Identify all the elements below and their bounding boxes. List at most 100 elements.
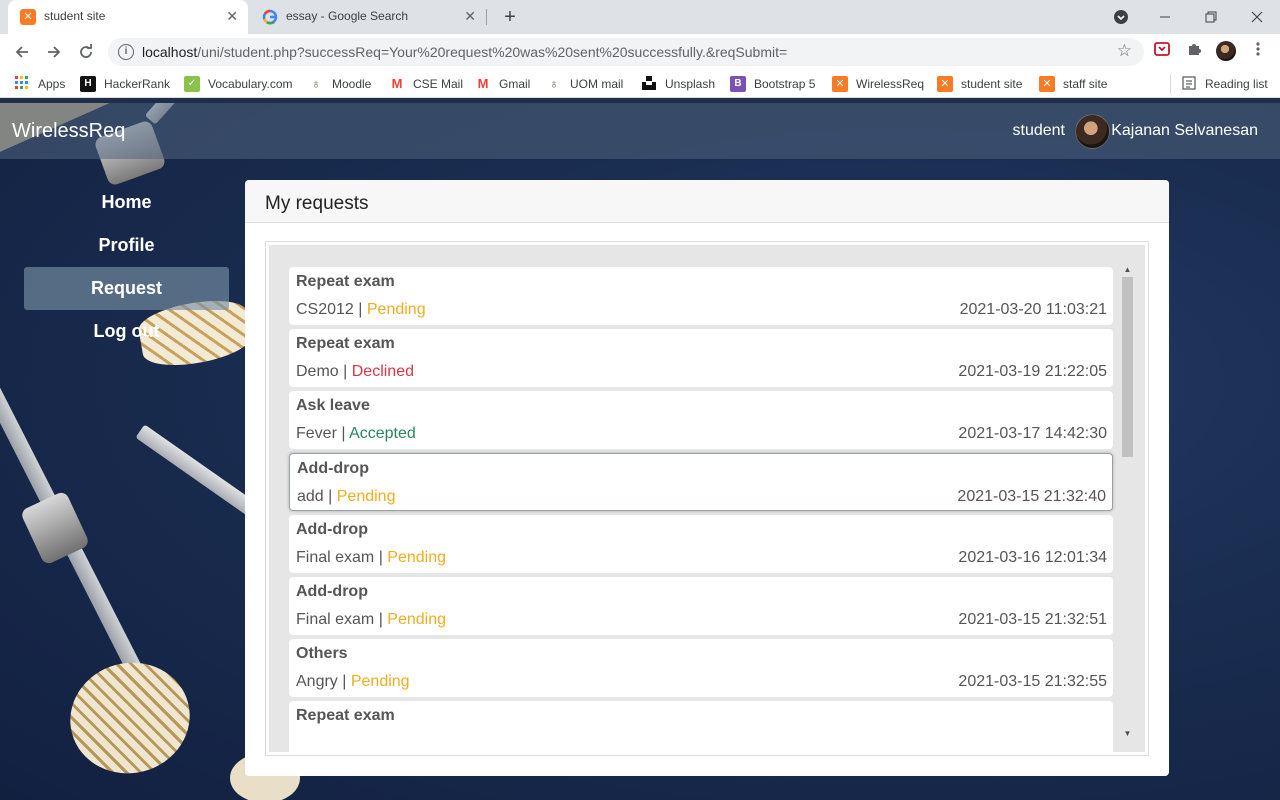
request-separator: |: [353, 301, 367, 318]
status-badge: Pending: [336, 488, 396, 505]
request-type: Ask leave: [296, 397, 370, 414]
user-name[interactable]: Kajanan Selvanesan: [1111, 122, 1258, 140]
bookmark-wirelessreq[interactable]: WirelessReq: [832, 76, 924, 92]
close-tab-icon[interactable]: ✕: [226, 8, 238, 25]
tab-essay-google-search[interactable]: essay - Google Search ✕: [250, 0, 486, 34]
forward-button[interactable]: [42, 40, 66, 64]
tab-student-site[interactable]: student site ✕: [8, 0, 248, 34]
request-item[interactable]: Ask leave Fever | Accepted 2021-03-17 14…: [289, 391, 1113, 449]
close-tab-icon[interactable]: ✕: [464, 8, 476, 25]
request-item[interactable]: Repeat exam: [289, 701, 1113, 752]
scroll-down-icon[interactable]: ▼: [1120, 727, 1135, 741]
tab-divider: [486, 9, 487, 25]
request-separator: |: [374, 611, 388, 628]
bookmark-unsplash[interactable]: Unsplash: [641, 76, 715, 92]
bookmark-moodle[interactable]: ♁ Moodle: [308, 76, 371, 92]
url-text: localhost/uni/student.php?successReq=You…: [142, 44, 787, 60]
address-bar[interactable]: i localhost/uni/student.php?successReq=Y…: [108, 38, 1144, 66]
app-navbar: WirelessReq student Kajanan Selvanesan: [0, 103, 1280, 159]
minimize-button[interactable]: [1153, 5, 1177, 29]
request-item[interactable]: Add-drop Final exam | Pending 2021-03-16…: [289, 515, 1113, 573]
reading-list-icon: [1181, 76, 1197, 92]
bookmark-label: UOM mail: [570, 77, 624, 91]
sidebar-item-request[interactable]: Request: [24, 267, 229, 310]
extensions-puzzle-icon[interactable]: [1184, 41, 1204, 61]
pocket-extension-icon[interactable]: [1152, 41, 1172, 61]
bookmark-label: HackerRank: [104, 77, 171, 91]
google-icon: [262, 9, 278, 25]
site-info-icon[interactable]: i: [118, 44, 134, 60]
request-summary: add | Pending: [297, 488, 395, 506]
brand-logo[interactable]: WirelessReq: [12, 120, 125, 143]
profile-avatar-icon[interactable]: [1216, 41, 1236, 61]
avatar[interactable]: [1075, 114, 1110, 149]
bookmark-label: Vocabulary.com: [208, 77, 293, 91]
request-separator: |: [323, 488, 337, 505]
unsplash-icon: [641, 76, 657, 92]
tab-search-button[interactable]: [1109, 5, 1133, 29]
request-date: 2021-03-15 21:32:40: [957, 488, 1106, 505]
request-summary: Final exam | Pending: [296, 549, 446, 567]
bookmarks-divider: [1170, 74, 1171, 94]
requests-list: Repeat exam CS2012 | Pending 2021-03-20 …: [289, 267, 1113, 752]
scrollbar-thumb[interactable]: [1122, 277, 1133, 457]
apps-grid-icon: [14, 76, 30, 92]
back-button[interactable]: [10, 40, 34, 64]
status-badge: Pending: [387, 611, 447, 628]
request-item[interactable]: Repeat exam CS2012 | Pending 2021-03-20 …: [289, 267, 1113, 325]
request-type: Repeat exam: [296, 273, 395, 290]
uom-icon: ♁: [549, 76, 559, 91]
request-summary: Demo | Declined: [296, 363, 414, 381]
bookmark-staff-site[interactable]: staff site: [1039, 76, 1107, 92]
request-item-selected[interactable]: Add-drop add | Pending 2021-03-15 21:32:…: [289, 453, 1113, 511]
bookmark-star-icon[interactable]: ☆: [1117, 41, 1132, 61]
bookmark-student-site[interactable]: student site: [937, 76, 1022, 92]
close-window-button[interactable]: [1245, 5, 1269, 29]
bookmark-label: Moodle: [332, 77, 372, 91]
request-subject: Fever: [296, 425, 337, 442]
request-date: 2021-03-17 14:42:30: [958, 425, 1107, 442]
xampp-icon: [1039, 76, 1055, 92]
user-role: student: [1012, 122, 1065, 139]
request-item[interactable]: Add-drop Final exam | Pending 2021-03-15…: [289, 577, 1113, 635]
request-summary: Final exam | Pending: [296, 611, 446, 629]
request-separator: |: [337, 673, 351, 690]
request-item[interactable]: Repeat exam Demo | Declined 2021-03-19 2…: [289, 329, 1113, 387]
bookmark-cse-mail[interactable]: M CSE Mail: [389, 76, 463, 92]
request-summary: CS2012 | Pending: [296, 301, 426, 319]
xampp-icon: [832, 76, 848, 92]
reload-button[interactable]: [74, 40, 98, 64]
bookmark-hackerrank[interactable]: H HackerRank: [80, 76, 170, 92]
bookmark-label: Bootstrap 5: [754, 77, 816, 91]
request-subject: Angry: [296, 673, 338, 690]
bookmark-gmail[interactable]: M Gmail: [475, 76, 531, 92]
bookmark-uom-mail[interactable]: ♁ UOM mail: [546, 76, 623, 92]
browser-menu-icon[interactable]: [1248, 41, 1268, 61]
bookmark-label: staff site: [1063, 77, 1108, 91]
bookmark-label: CSE Mail: [413, 77, 464, 91]
bookmark-bootstrap[interactable]: B Bootstrap 5: [730, 76, 815, 92]
requests-card: My requests Repeat exam CS2012 | Pending…: [245, 180, 1169, 776]
reading-list-button[interactable]: Reading list: [1181, 76, 1268, 92]
request-date: 2021-03-16 12:01:34: [958, 549, 1107, 566]
status-badge: Accepted: [349, 425, 416, 442]
sidebar-item-home[interactable]: Home: [24, 181, 229, 224]
sidebar-item-profile[interactable]: Profile: [24, 224, 229, 267]
list-scrollbar[interactable]: ▲ ▼: [1120, 263, 1135, 741]
request-subject: Final exam: [296, 549, 375, 566]
requests-listbox[interactable]: Repeat exam CS2012 | Pending 2021-03-20 …: [269, 245, 1145, 752]
bookmark-vocabulary[interactable]: ✓ Vocabulary.com: [184, 76, 293, 92]
bookmark-apps[interactable]: Apps: [14, 76, 65, 92]
bookmarks-bar: Apps H HackerRank ✓ Vocabulary.com ♁ Moo…: [0, 70, 1280, 98]
new-tab-button[interactable]: +: [498, 5, 522, 29]
bookmark-label: student site: [961, 77, 1023, 91]
sidebar-item-logout[interactable]: Log out: [24, 310, 229, 353]
scroll-up-icon[interactable]: ▲: [1120, 263, 1135, 277]
request-separator: |: [338, 363, 352, 380]
browser-toolbar: i localhost/uni/student.php?successReq=Y…: [0, 34, 1280, 70]
request-date: 2021-03-19 21:22:05: [958, 363, 1107, 380]
request-item[interactable]: Others Angry | Pending 2021-03-15 21:32:…: [289, 639, 1113, 697]
tab-title: essay - Google Search: [286, 9, 409, 23]
url-host: localhost: [142, 44, 198, 60]
restore-button[interactable]: [1199, 5, 1223, 29]
